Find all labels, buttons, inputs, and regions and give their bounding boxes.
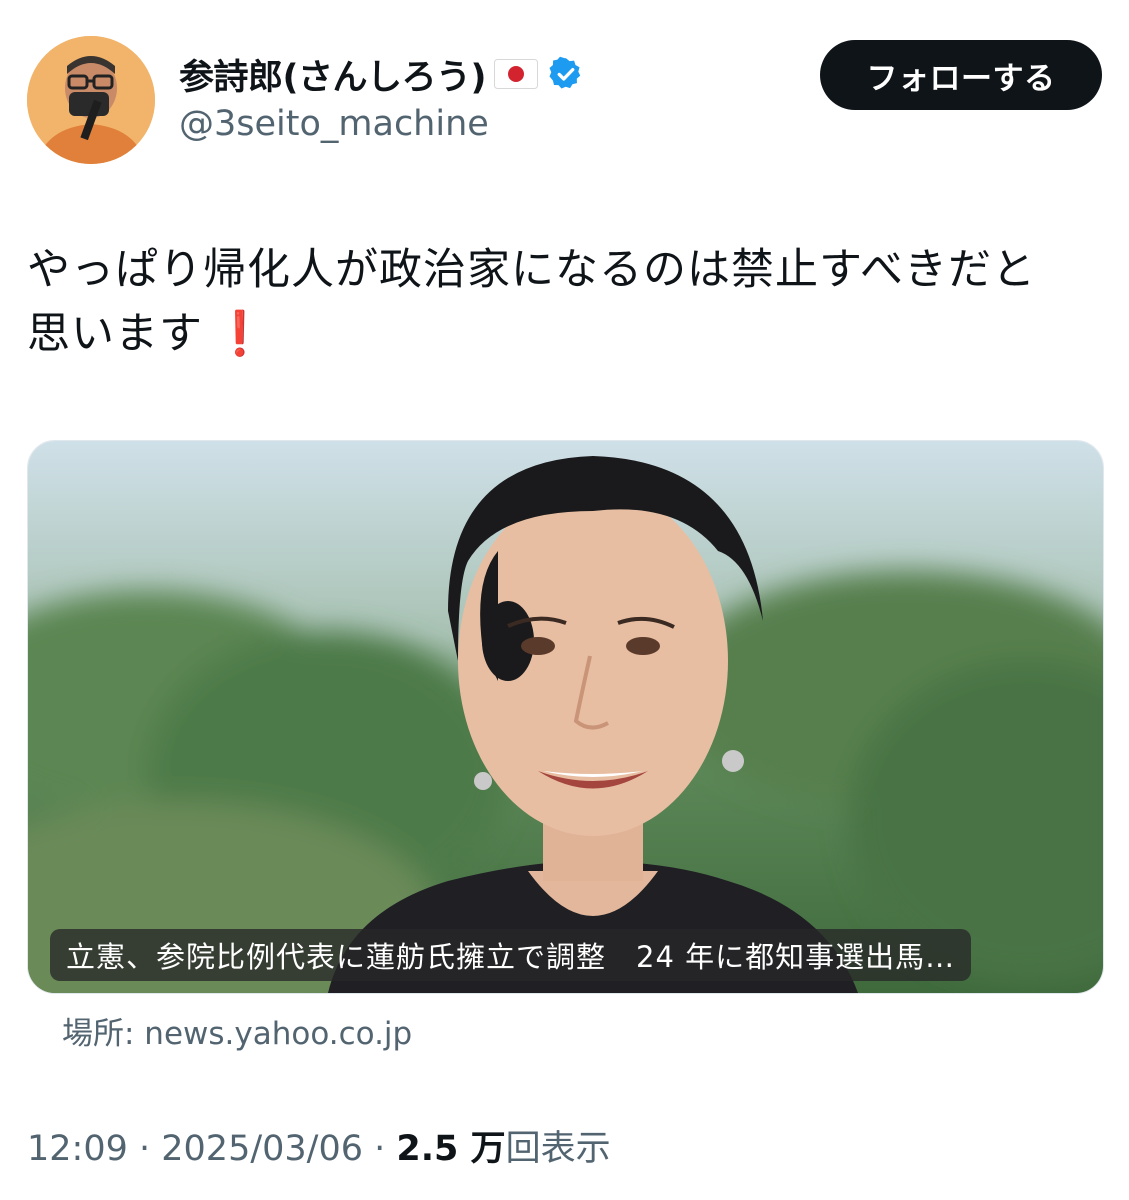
views-label: 回表示	[505, 1129, 611, 1169]
meta-separator-1: ·	[127, 1129, 162, 1169]
link-card-headline: 立憲、参院比例代表に蓮舫氏擁立で調整 24 年に都知事選出馬…	[50, 929, 972, 981]
meta-separator-2: ·	[363, 1129, 397, 1169]
tweet-meta: 12:09 · 2025/03/06 · 2.5 万回表示	[27, 1120, 611, 1171]
tweet-header: 参詩郎(さんしろう) @3seito_machine フォローする	[27, 36, 1102, 166]
link-card-photo	[28, 441, 1103, 993]
link-source[interactable]: 場所: news.yahoo.co.jp	[62, 1008, 412, 1053]
views-count: 2.5 万	[396, 1129, 506, 1169]
japan-flag-icon	[494, 59, 538, 89]
link-card[interactable]: 立憲、参院比例代表に蓮舫氏擁立で調整 24 年に都知事選出馬…	[27, 440, 1104, 994]
tweet-text-line-1: やっぱり帰化人が政治家になるのは禁止すべきだと	[27, 245, 1036, 295]
author-handle[interactable]: @3seito_machine	[179, 104, 489, 144]
exclamation-emoji: ❗	[213, 309, 268, 359]
author-avatar[interactable]	[27, 36, 155, 164]
tweet-text: やっぱり帰化人が政治家になるのは禁止すべきだと 思います ❗	[27, 238, 1102, 366]
tweet-date[interactable]: 2025/03/06	[161, 1129, 363, 1169]
tweet-text-line-2-text: 思います	[27, 309, 203, 359]
tweet-text-line-2: 思います ❗	[27, 302, 1102, 366]
tweet-time[interactable]: 12:09	[27, 1129, 128, 1169]
verified-badge-icon	[548, 56, 584, 92]
author-name-row: 参詩郎(さんしろう)	[179, 50, 584, 98]
author-display-name[interactable]: 参詩郎(さんしろう)	[179, 49, 487, 100]
follow-button[interactable]: フォローする	[820, 40, 1102, 110]
